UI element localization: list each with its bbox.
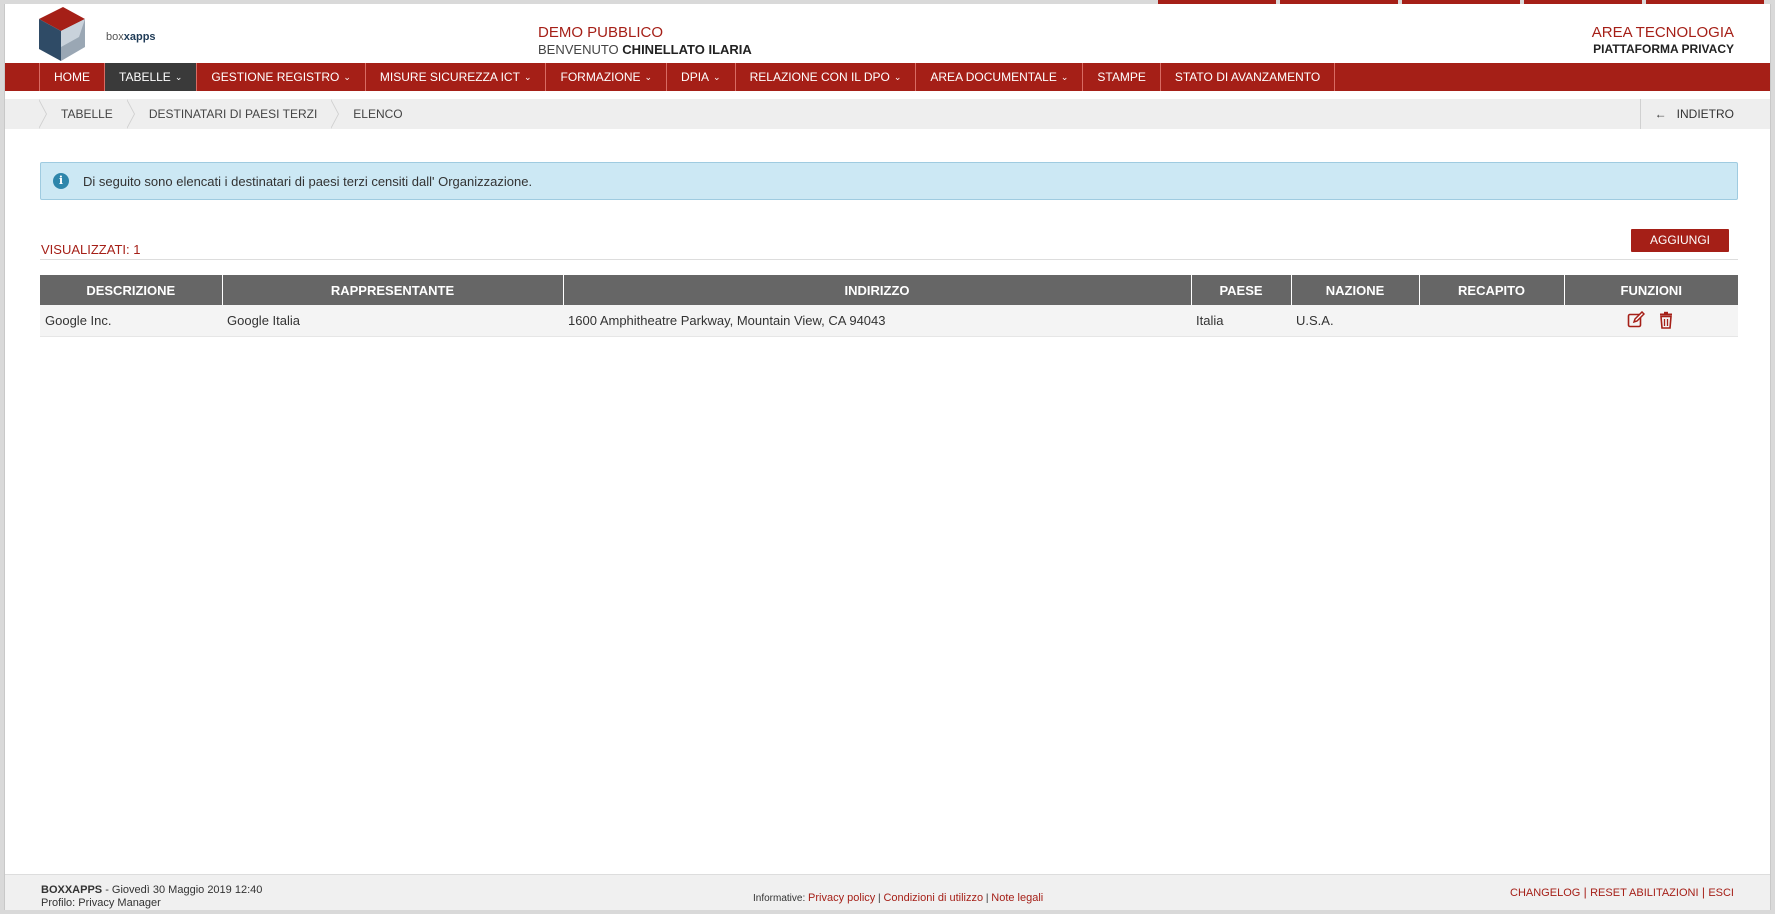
footer: BOXXAPPS - Giovedì 30 Maggio 2019 12:40 … — [5, 874, 1770, 910]
logo[interactable]: boxxapps — [39, 7, 156, 63]
header-right: AREA TECNOLOGIA PIATTAFORMA PRIVACY — [1592, 24, 1734, 58]
cell-descrizione: Google Inc. — [40, 305, 222, 337]
breadcrumb-item-elenco: ELENCO — [330, 99, 416, 129]
nav-item-formazione[interactable]: FORMAZIONE ⌄ — [546, 63, 668, 91]
logo-text: boxxapps — [106, 31, 156, 43]
table-header-row: DESCRIZIONE RAPPRESENTANTE INDIRIZZO PAE… — [40, 275, 1738, 305]
nav-item-stampe[interactable]: STAMPE — [1083, 63, 1161, 91]
table-row: Google Inc. Google Italia 1600 Amphithea… — [40, 305, 1738, 337]
records-count: VISUALIZZATI: 1 — [41, 242, 141, 257]
col-paese[interactable]: PAESE — [1191, 275, 1292, 305]
chevron-down-icon: ⌄ — [644, 72, 653, 82]
privacy-policy-link[interactable]: Privacy policy — [808, 892, 875, 904]
footer-profile: Profilo: Privacy Manager — [41, 897, 161, 909]
col-descrizione[interactable]: DESCRIZIONE — [40, 275, 223, 305]
platform-label: PIATTAFORMA PRIVACY — [1593, 42, 1734, 56]
edit-icon[interactable] — [1627, 311, 1646, 329]
footer-brand: BOXXAPPS — [41, 884, 103, 896]
col-rappresentante[interactable]: RAPPRESENTANTE — [222, 275, 564, 305]
chevron-down-icon: ⌄ — [174, 72, 183, 82]
footer-date: - Giovedì 30 Maggio 2019 12:40 — [105, 884, 263, 896]
main-nav: HOME TABELLE ⌄ GESTIONE REGISTRO ⌄ MISURE … — [5, 63, 1770, 91]
chevron-down-icon: ⌄ — [1060, 72, 1069, 82]
col-indirizzo[interactable]: INDIRIZZO — [563, 275, 1192, 305]
logout-link[interactable]: ESCI — [1708, 887, 1734, 899]
cell-recapito — [1419, 305, 1564, 337]
conditions-link[interactable]: Condizioni di utilizzo — [883, 892, 983, 904]
footer-right: CHANGELOG | RESET ABILITAZIONI | ESCI — [1510, 885, 1734, 899]
user-name: CHINELLATO ILARIA — [622, 42, 752, 57]
trash-icon[interactable] — [1657, 311, 1675, 330]
footer-center: Informative: Privacy policy | Condizioni… — [753, 892, 1044, 904]
breadcrumb-item-destinatari[interactable]: DESTINATARI DI PAESI TERZI — [125, 99, 331, 129]
info-alert: i Di seguito sono elencati i destinatari… — [40, 162, 1738, 200]
nav-item-tabelle[interactable]: TABELLE ⌄ — [105, 63, 198, 91]
nav-item-area-documentale[interactable]: AREA DOCUMENTALE ⌄ — [916, 63, 1084, 91]
welcome-text: BENVENUTO CHINELLATO ILARIA — [538, 42, 752, 57]
divider — [40, 259, 1738, 260]
demo-label: DEMO PUBBLICO — [538, 24, 664, 41]
footer-left: BOXXAPPS - Giovedì 30 Maggio 2019 12:40 … — [41, 884, 262, 910]
cell-paese: Italia — [1191, 305, 1291, 337]
reset-permissions-link[interactable]: RESET ABILITAZIONI — [1590, 887, 1698, 899]
info-text: Di seguito sono elencati i destinatari d… — [83, 173, 533, 189]
nav-item-dpia[interactable]: DPIA ⌄ — [667, 63, 736, 91]
back-button[interactable]: ← INDIETRO — [1639, 99, 1770, 129]
nav-item-misure-sicurezza[interactable]: MISURE SICUREZZA ICT ⌄ — [366, 63, 547, 91]
col-recapito[interactable]: RECAPITO — [1419, 275, 1565, 305]
app-window: boxxapps DEMO PUBBLICO BENVENUTO CHINELL… — [4, 0, 1771, 910]
chevron-down-icon: ⌄ — [343, 72, 351, 82]
nav-item-gestione-registro[interactable]: GESTIONE REGISTRO ⌄ — [197, 63, 366, 91]
add-button[interactable]: AGGIUNGI — [1631, 229, 1729, 252]
col-funzioni: FUNZIONI — [1564, 275, 1738, 305]
breadcrumb: TABELLE DESTINATARI DI PAESI TERZI ELENC… — [5, 99, 1770, 129]
breadcrumb-item-tabelle[interactable]: TABELLE — [38, 99, 127, 129]
arrow-left-icon: ← — [1654, 107, 1667, 121]
chevron-down-icon: ⌄ — [893, 72, 902, 82]
recipients-table: DESCRIZIONE RAPPRESENTANTE INDIRIZZO PAE… — [40, 275, 1738, 337]
chevron-down-icon: ⌄ — [523, 72, 532, 82]
nav-item-stato-avanzamento[interactable]: STATO DI AVANZAMENTO — [1161, 63, 1336, 91]
changelog-link[interactable]: CHANGELOG — [1510, 887, 1580, 899]
cell-nazione: U.S.A. — [1291, 305, 1419, 337]
info-icon: i — [53, 173, 69, 189]
header-center: DEMO PUBBLICO BENVENUTO CHINELLATO ILARI… — [538, 24, 752, 58]
nav-item-relazione-dpo[interactable]: RELAZIONE CON IL DPO ⌄ — [736, 63, 917, 91]
cell-indirizzo: 1600 Amphitheatre Parkway, Mountain View… — [563, 305, 1191, 337]
col-nazione[interactable]: NAZIONE — [1291, 275, 1420, 305]
area-label: AREA TECNOLOGIA — [1591, 24, 1734, 41]
cell-funzioni — [1564, 305, 1738, 337]
cell-rappresentante: Google Italia — [222, 305, 563, 337]
legal-notes-link[interactable]: Note legali — [991, 892, 1043, 904]
logo-cube-icon — [39, 7, 85, 61]
header: boxxapps DEMO PUBBLICO BENVENUTO CHINELL… — [5, 4, 1770, 63]
chevron-down-icon: ⌄ — [713, 72, 721, 82]
nav-item-home[interactable]: HOME — [39, 63, 105, 91]
